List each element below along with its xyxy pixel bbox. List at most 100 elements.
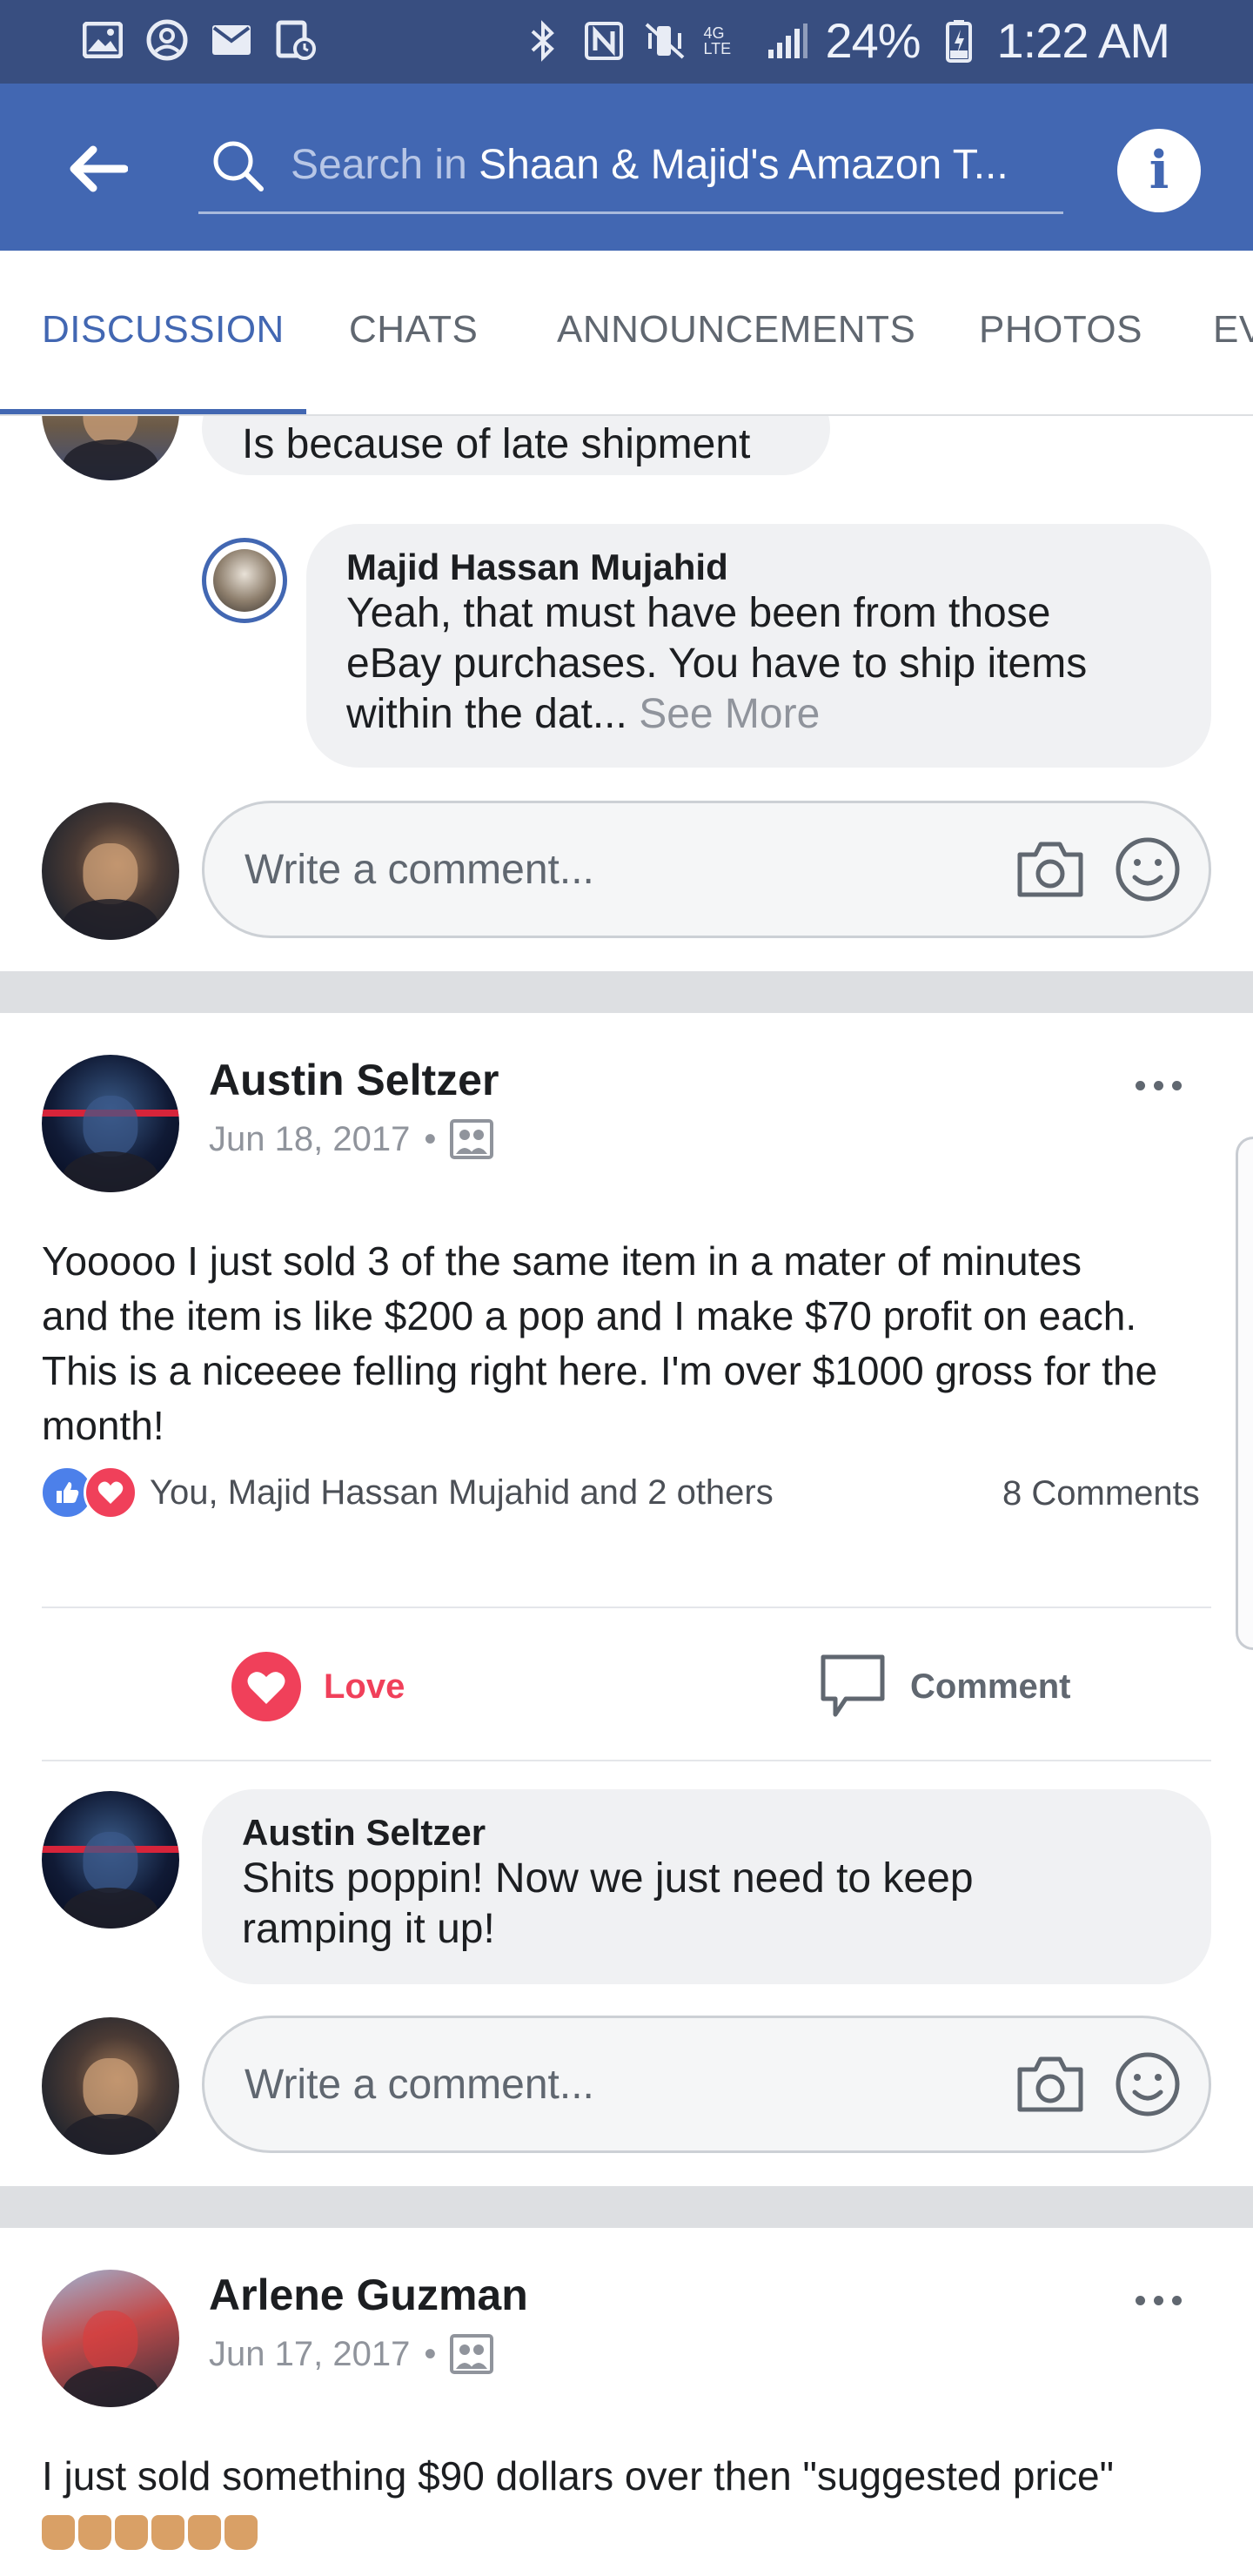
clap-emoji-icon xyxy=(78,2515,111,2550)
comment-bubble: Austin Seltzer Shits poppin! Now we just… xyxy=(202,1789,1211,1984)
meta-separator: • xyxy=(424,1119,437,1158)
group-tabs: DISCUSSION CHATS ANNOUNCEMENTS PHOTOS EV xyxy=(0,251,1253,416)
post-text-line: month! xyxy=(42,1403,164,1448)
post-text-line: This is a niceeee felling right here. I'… xyxy=(42,1348,1158,1393)
divider xyxy=(42,1760,1211,1761)
emoji-icon[interactable] xyxy=(1111,2048,1184,2121)
comment-author[interactable]: Austin Seltzer xyxy=(242,1812,1171,1854)
search-group-name: Shaan & Majid's Amazon T... xyxy=(479,142,1008,188)
group-privacy-icon xyxy=(450,1119,494,1159)
comment-button[interactable]: Comment xyxy=(816,1650,1070,1723)
notification-icons xyxy=(80,17,318,63)
camera-icon[interactable] xyxy=(1014,2048,1087,2121)
meta-separator: • xyxy=(424,2334,437,2373)
camera-icon[interactable] xyxy=(1014,833,1087,906)
comment-text: Is because of late shipment xyxy=(242,421,751,467)
comment-placeholder: Write a comment... xyxy=(245,2061,594,2108)
clap-emoji-icon xyxy=(115,2515,148,2550)
vibrate-mute-icon xyxy=(642,18,687,64)
clap-emoji-icon xyxy=(188,2515,221,2550)
group-info-button[interactable]: i xyxy=(1117,129,1201,212)
comments-count[interactable]: 8 Comments xyxy=(1002,1474,1200,1513)
clap-emoji-icon xyxy=(224,2515,258,2550)
post-author-name[interactable]: Arlene Guzman xyxy=(209,2270,528,2320)
reply-author[interactable]: Majid Hassan Mujahid xyxy=(346,547,1171,588)
post-meta: Jun 17, 2017 • xyxy=(209,2334,494,2374)
network-type-icon: 4G LTE xyxy=(703,23,732,57)
post-author-name[interactable]: Austin Seltzer xyxy=(209,1055,499,1105)
comment-text-line: ramping it up! xyxy=(242,1906,495,1952)
comment-text-line: Shits poppin! Now we just need to keep xyxy=(242,1855,974,1902)
post-text-line: I just sold something $90 dollars over t… xyxy=(42,2453,1114,2499)
bluetooth-icon xyxy=(520,18,566,64)
avatar[interactable] xyxy=(42,416,179,480)
gallery-icon xyxy=(80,17,125,63)
account-circle-icon xyxy=(144,17,190,63)
group-privacy-icon xyxy=(450,2334,494,2374)
back-button[interactable] xyxy=(61,132,134,205)
signal-icon xyxy=(764,18,809,64)
emoji-icon[interactable] xyxy=(1111,833,1184,906)
comment-placeholder: Write a comment... xyxy=(245,846,594,893)
post-author-avatar[interactable] xyxy=(42,1055,179,1192)
tab-discussion[interactable]: DISCUSSION xyxy=(42,308,285,352)
comment-label: Comment xyxy=(910,1667,1071,1706)
active-tab-indicator xyxy=(0,409,306,414)
reply-text-line: Yeah, that must have been from those xyxy=(346,590,1051,636)
post-date[interactable]: Jun 18, 2017 xyxy=(209,1120,410,1159)
avatar[interactable] xyxy=(202,538,287,623)
battery-charging-icon xyxy=(936,18,982,64)
current-user-avatar xyxy=(42,802,179,940)
app-bar: Search in Shaan & Majid's Amazon T... i xyxy=(0,84,1253,251)
battery-percent: 24% xyxy=(825,13,921,68)
nfc-icon xyxy=(581,18,626,64)
feed: Is because of late shipment Majid Hassan… xyxy=(0,416,1253,2576)
status-bar: 4G LTE 24% 1:22 AM xyxy=(0,0,1253,84)
reply-bubble: Majid Hassan Mujahid Yeah, that must hav… xyxy=(306,524,1211,768)
reactions-text: You, Majid Hassan Mujahid and 2 others xyxy=(150,1472,774,1512)
clapping-emoji-row xyxy=(42,2515,258,2550)
tab-photos[interactable]: PHOTOS xyxy=(979,308,1142,352)
current-user-avatar xyxy=(42,2017,179,2155)
avatar[interactable] xyxy=(42,1791,179,1929)
love-button[interactable]: Love xyxy=(230,1650,405,1723)
post-options-button[interactable] xyxy=(1119,2278,1197,2322)
search-placeholder: Search in Shaan & Majid's Amazon T... xyxy=(291,141,1008,189)
tab-events[interactable]: EV xyxy=(1213,308,1253,352)
clap-emoji-icon xyxy=(151,2515,184,2550)
calendar-clock-icon xyxy=(273,17,318,63)
post-text-line: Yooooo I just sold 3 of the same item in… xyxy=(42,1238,1082,1284)
tab-announcements[interactable]: ANNOUNCEMENTS xyxy=(557,308,915,352)
clock: 1:22 AM xyxy=(996,13,1170,68)
clap-emoji-icon xyxy=(42,2515,75,2550)
comment-bubble: Is because of late shipment xyxy=(202,416,830,475)
comment-icon xyxy=(821,1654,885,1717)
reply-text-line-last: within the dat... See More xyxy=(346,691,821,737)
system-status: 4G LTE 24% 1:22 AM xyxy=(520,12,1170,69)
info-icon: i xyxy=(1149,140,1169,201)
post-body: Yooooo I just sold 3 of the same item in… xyxy=(42,1234,1157,1453)
write-comment-input[interactable]: Write a comment... xyxy=(202,801,1211,938)
post-divider xyxy=(0,971,1253,1013)
post-meta: Jun 18, 2017 • xyxy=(209,1119,494,1159)
divider xyxy=(42,1607,1211,1608)
love-label: Love xyxy=(324,1667,405,1706)
love-reaction-icon xyxy=(84,1466,137,1519)
arrow-left-icon xyxy=(70,145,128,192)
post-text-line: and the item is like $200 a pop and I ma… xyxy=(42,1293,1137,1338)
search-prefix: Search in xyxy=(291,142,479,188)
reactions-summary[interactable]: You, Majid Hassan Mujahid and 2 others xyxy=(40,1466,774,1519)
love-icon xyxy=(231,1652,301,1721)
post-options-button[interactable] xyxy=(1119,1063,1197,1107)
post-author-avatar[interactable] xyxy=(42,2270,179,2407)
write-comment-input[interactable]: Write a comment... xyxy=(202,2016,1211,2153)
mail-icon xyxy=(209,17,254,63)
see-more-link[interactable]: See More xyxy=(639,691,820,737)
reply-text-line: eBay purchases. You have to ship items xyxy=(346,641,1088,687)
search-icon xyxy=(207,135,268,196)
post-divider xyxy=(0,2186,1253,2228)
post-date[interactable]: Jun 17, 2017 xyxy=(209,2335,410,2374)
scrollbar-handle[interactable] xyxy=(1236,1137,1253,1650)
group-search-input[interactable]: Search in Shaan & Majid's Amazon T... xyxy=(198,118,1063,214)
tab-chats[interactable]: CHATS xyxy=(349,308,478,352)
